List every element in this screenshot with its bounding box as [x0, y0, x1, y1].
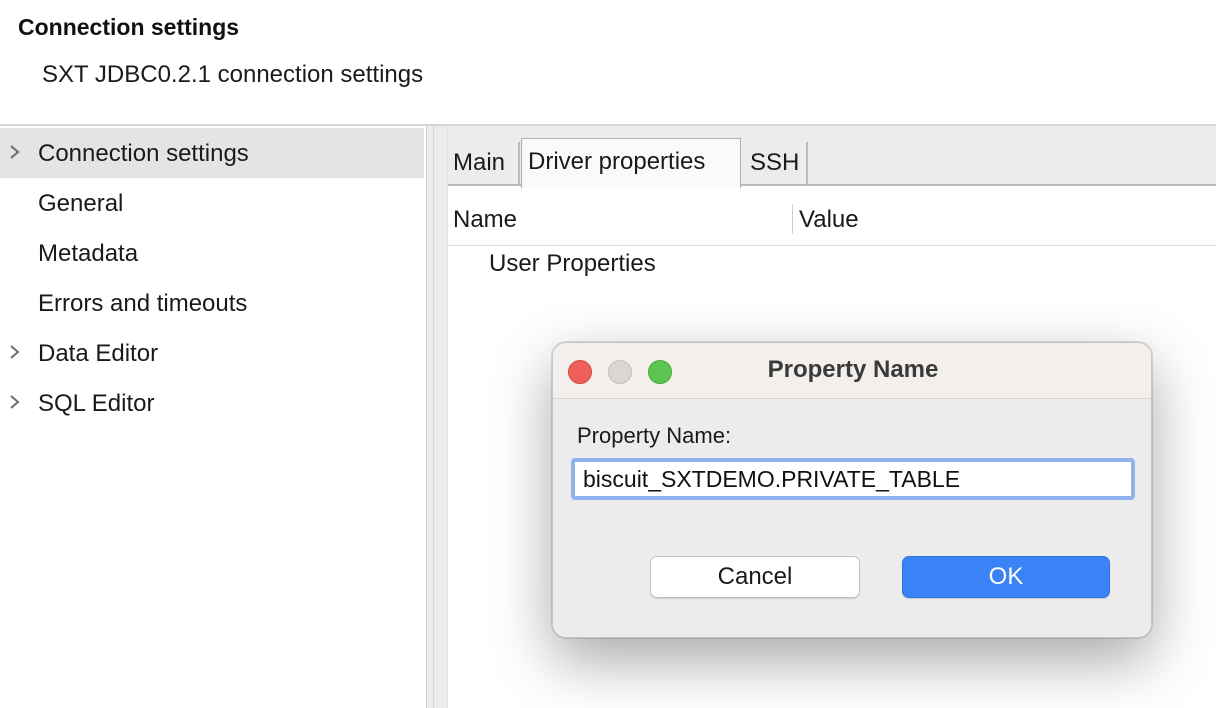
sidebar-item-label: SQL Editor — [38, 390, 155, 417]
tab-main[interactable]: Main — [453, 140, 505, 186]
column-header-name[interactable]: Name — [453, 206, 517, 234]
properties-table-header: Name Value — [448, 198, 1216, 246]
tab-ssh[interactable]: SSH — [750, 140, 799, 186]
settings-header: Connection settings SXT JDBC0.2.1 connec… — [0, 0, 1216, 124]
tab-driver-properties[interactable]: Driver properties — [521, 138, 741, 188]
settings-sidebar: Connection settings General Metadata Err… — [0, 126, 426, 708]
tab-separator — [806, 142, 808, 184]
column-header-value[interactable]: Value — [799, 206, 859, 234]
page-subtitle: SXT JDBC0.2.1 connection settings — [42, 61, 424, 88]
tab-bar: Main Driver properties SSH — [448, 126, 1216, 188]
chevron-right-icon[interactable] — [6, 140, 24, 164]
sidebar-item-errors-and-timeouts[interactable]: Errors and timeouts — [0, 278, 424, 328]
column-divider[interactable] — [792, 204, 793, 234]
tab-separator — [518, 142, 520, 184]
chevron-right-icon[interactable] — [6, 340, 24, 364]
sidebar-item-label: Connection settings — [38, 140, 249, 167]
sidebar-item-metadata[interactable]: Metadata — [0, 228, 424, 278]
dialog-titlebar[interactable]: Property Name — [553, 343, 1151, 399]
chevron-right-icon[interactable] — [6, 390, 24, 414]
sidebar-item-label: General — [38, 190, 124, 217]
sidebar-item-sql-editor[interactable]: SQL Editor — [0, 378, 424, 428]
sidebar-item-connection-settings[interactable]: Connection settings — [0, 128, 424, 178]
dialog-title: Property Name — [767, 356, 939, 383]
sidebar-splitter[interactable] — [426, 126, 448, 708]
sidebar-item-label: Data Editor — [38, 340, 159, 367]
sidebar-item-label: Metadata — [38, 240, 139, 267]
sidebar-item-label: Errors and timeouts — [38, 290, 248, 317]
property-name-label: Property Name: — [577, 423, 732, 448]
sidebar-item-data-editor[interactable]: Data Editor — [0, 328, 424, 378]
property-name-dialog: Property Name Property Name: Cancel OK — [552, 342, 1152, 638]
page-title: Connection settings — [18, 14, 240, 40]
user-properties-group[interactable]: User Properties — [489, 250, 656, 278]
property-name-input[interactable] — [571, 458, 1135, 500]
sidebar-item-general[interactable]: General — [0, 178, 424, 228]
cancel-button[interactable]: Cancel — [650, 556, 860, 598]
ok-button[interactable]: OK — [902, 556, 1110, 598]
